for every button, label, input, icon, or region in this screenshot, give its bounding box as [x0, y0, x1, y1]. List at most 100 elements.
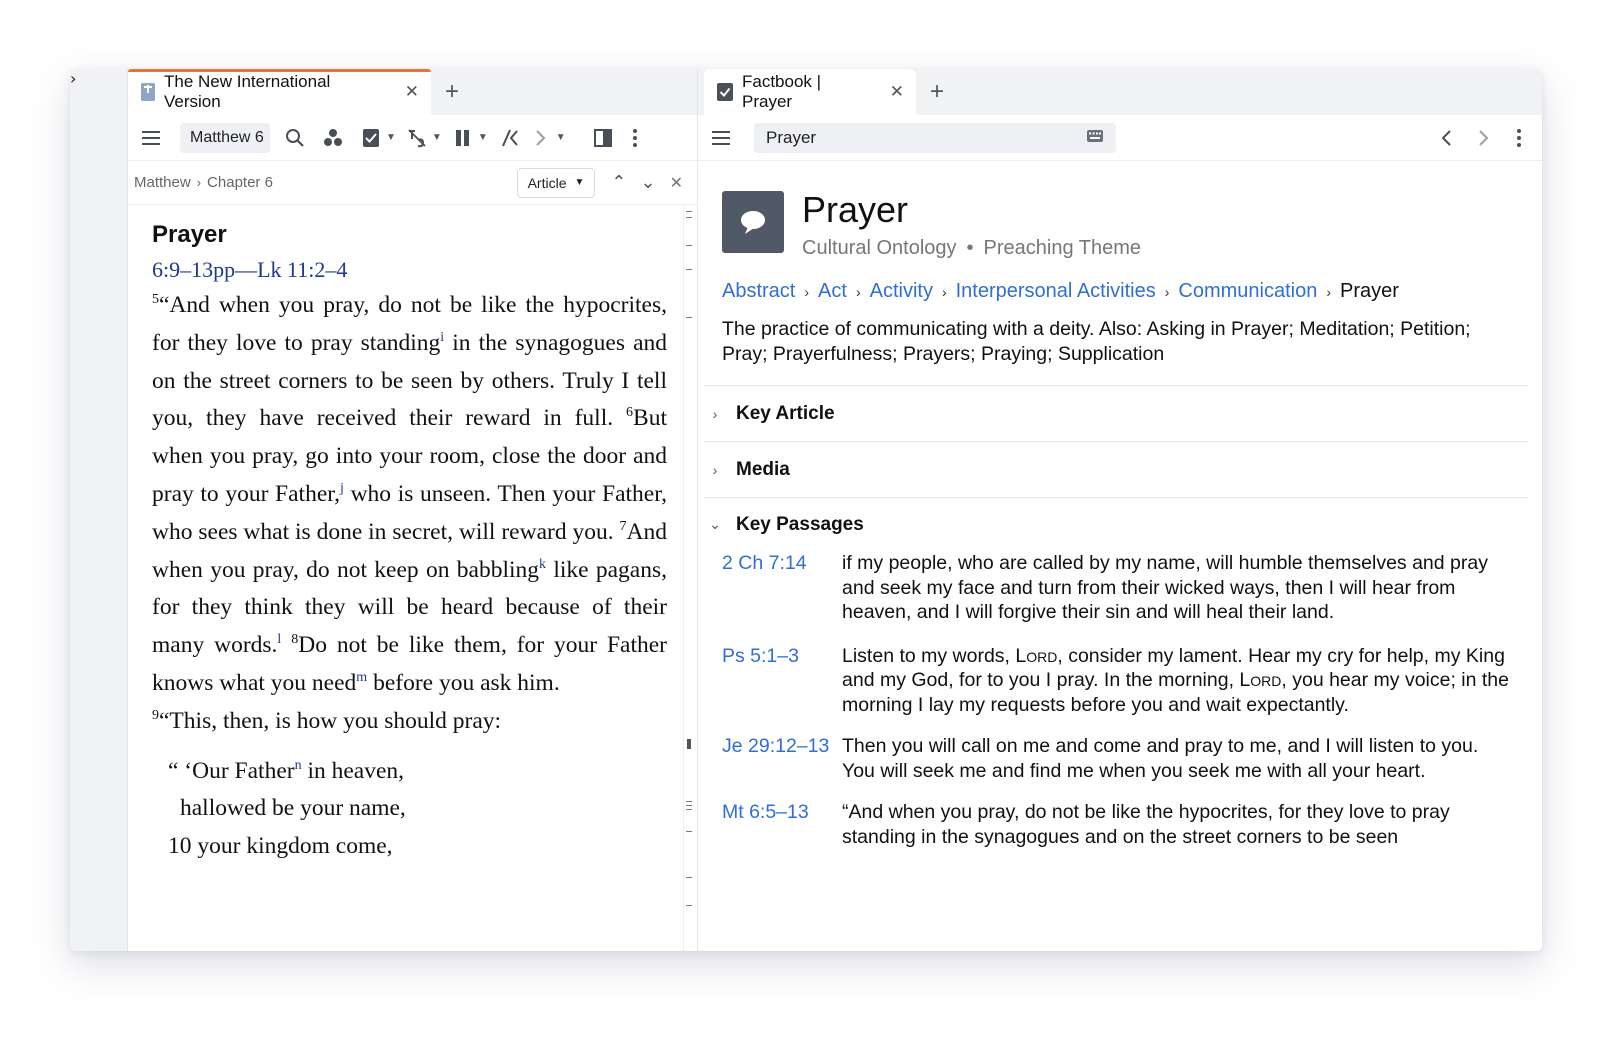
section-key-passages[interactable]: ⌄ Key Passages — [704, 497, 1528, 551]
menu-hamburger-icon[interactable] — [708, 125, 734, 151]
poem-line: 10 your kingdom come, — [168, 833, 393, 860]
section-label: Key Article — [736, 402, 835, 424]
breadcrumb-separator-icon: › — [855, 284, 861, 300]
article-label: Article — [527, 174, 567, 191]
notes-check-icon[interactable] — [358, 125, 384, 151]
section-heading: Prayer — [152, 221, 227, 248]
factbook-toolbar: Prayer — [698, 115, 1542, 161]
chevron-down-icon[interactable]: ⌄ — [641, 172, 656, 193]
crumb-activity[interactable]: Activity — [870, 280, 933, 302]
chevron-left-icon[interactable] — [1434, 125, 1460, 151]
plus-icon: + — [445, 78, 460, 105]
chevron-right-icon[interactable] — [1470, 125, 1496, 151]
crumb-communication[interactable]: Communication — [1178, 280, 1317, 302]
footnote-link[interactable]: k — [539, 557, 546, 572]
chevron-down-icon[interactable]: ▼ — [556, 132, 566, 143]
link-set-icon[interactable] — [496, 125, 522, 151]
split-panel-icon[interactable] — [590, 125, 616, 151]
verse-number: 9 — [152, 707, 159, 723]
chevron-right-icon[interactable] — [528, 125, 554, 151]
passage-reference-link[interactable]: Ps 5:1–3 — [722, 644, 842, 718]
key-passage: 2 Ch 7:14 if my people, who are called b… — [698, 551, 1542, 625]
chevron-down-icon[interactable]: ▼ — [478, 132, 488, 143]
add-tab-button[interactable]: + — [445, 69, 459, 115]
footnote-link[interactable]: m — [356, 670, 367, 685]
topic-title: Prayer — [802, 189, 909, 230]
factbook-content: Prayer Cultural Ontology • Preaching Theme… — [698, 161, 1542, 951]
topic-description: The practice of communicating with a dei… — [722, 318, 1471, 365]
subtitle-separator: • — [966, 237, 974, 259]
topic-type: Cultural Ontology — [802, 237, 957, 259]
chevron-up-icon[interactable]: ⌃ — [611, 172, 626, 193]
verse-text — [281, 632, 291, 658]
factbook-search-input[interactable]: Prayer — [754, 122, 1116, 153]
parallel-columns-icon[interactable] — [450, 125, 476, 151]
parallel-passage-link[interactable]: 6:9–13pp—Lk 11:2–4 — [152, 253, 667, 287]
key-passage: Mt 6:5–13 “And when you pray, do not be … — [698, 800, 1542, 849]
bible-book-icon — [140, 82, 156, 102]
chevron-right-icon: › — [712, 461, 718, 478]
chevron-down-icon: ▼ — [574, 177, 585, 188]
factbook-tabbar: Factbook | Prayer ✕ + — [698, 69, 1542, 115]
passage-text: Listen to my words, Lord, consider my la… — [842, 644, 1512, 718]
crumb-act[interactable]: Act — [818, 280, 847, 302]
more-vertical-icon[interactable] — [622, 125, 648, 151]
bible-text: Prayer 6:9–13pp—Lk 11:2–4 5“And when you… — [128, 205, 697, 951]
app-window: 2 › The New International Version ✕ + — [70, 69, 1542, 951]
breadcrumb-book[interactable]: Matthew — [134, 174, 191, 191]
breadcrumb-chapter[interactable]: Chapter 6 — [207, 174, 273, 191]
section-media[interactable]: › Media — [704, 441, 1528, 497]
verse-paragraph: 5“And when you pray, do not be like the … — [152, 287, 667, 703]
tab-factbook-prayer[interactable]: Factbook | Prayer ✕ — [704, 69, 916, 115]
chevron-right-icon: › — [712, 405, 718, 422]
chevron-down-icon[interactable]: ▼ — [432, 132, 442, 143]
breadcrumb-separator-icon: › — [1326, 284, 1332, 300]
verse-text: before you ask him. — [367, 669, 560, 696]
prayer-poem: “ ‘Our Fathern in heaven, hallowed be yo… — [152, 753, 667, 866]
section-label: Media — [736, 458, 790, 480]
search-icon[interactable] — [282, 125, 308, 151]
article-dropdown[interactable]: Article ▼ — [516, 167, 596, 198]
topic-header: Prayer Cultural Ontology • Preaching Theme — [698, 161, 1542, 260]
more-vertical-icon[interactable] — [1506, 125, 1532, 151]
search-value: Prayer — [766, 127, 817, 147]
crumb-interpersonal-activities[interactable]: Interpersonal Activities — [956, 280, 1156, 302]
passage-text: if my people, who are called by my name,… — [842, 552, 1488, 623]
menu-hamburger-icon[interactable] — [138, 125, 164, 151]
rail-collapse-button[interactable]: › — [70, 69, 128, 951]
chevron-down-icon[interactable]: ▼ — [386, 132, 396, 143]
add-tab-button[interactable]: + — [930, 69, 944, 115]
ontology-breadcrumb: Abstract › Act › Activity › Interpersonal Acti… — [698, 260, 1542, 303]
passage-text: Then you will call on me and come and pr… — [842, 735, 1479, 782]
close-tab-icon[interactable]: ✕ — [890, 82, 904, 102]
topic-subtitle: Cultural Ontology • Preaching Theme — [802, 237, 1141, 260]
tab-label: Factbook | Prayer — [742, 72, 822, 111]
crumb-abstract[interactable]: Abstract — [722, 280, 795, 302]
close-tab-icon[interactable]: ✕ — [405, 82, 419, 102]
passage-reference-link[interactable]: Je 29:12–13 — [722, 734, 842, 783]
verse-text: “ ‘Our Father — [168, 757, 295, 784]
chevron-down-icon: ⌄ — [709, 516, 721, 532]
verse-number: 6 — [626, 405, 634, 421]
factbook-panel: Factbook | Prayer ✕ + Prayer Prayer Cult… — [698, 69, 1542, 951]
breadcrumb-separator-icon: › — [196, 175, 202, 190]
plus-icon: + — [930, 78, 945, 105]
passage-reference-link[interactable]: 2 Ch 7:14 — [722, 551, 842, 625]
speech-bubble-icon — [722, 191, 784, 253]
chevron-right-icon: › — [70, 69, 77, 88]
divine-name: Lord — [1015, 644, 1058, 667]
visual-filter-icon[interactable] — [320, 125, 346, 151]
section-key-article[interactable]: › Key Article — [704, 385, 1528, 441]
passage-text-part: Listen to my words, — [842, 644, 1016, 667]
scrollbar-track[interactable] — [683, 205, 693, 951]
close-icon[interactable]: ✕ — [670, 173, 683, 193]
tab-label: The New International Version — [164, 72, 331, 111]
passage-reference-link[interactable]: Mt 6:5–13 — [722, 800, 842, 849]
footnote-link[interactable]: n — [295, 758, 302, 773]
keyboard-icon[interactable] — [1086, 128, 1104, 148]
verse-paragraph: 9“This, then, is how you should pray: — [152, 703, 667, 741]
interlinear-icon[interactable] — [404, 125, 430, 151]
reference-input[interactable]: Matthew 6 — [180, 122, 270, 153]
bible-toolbar: Matthew 6 ▼ ▼ ▼ ▼ — [128, 115, 697, 161]
tab-niv[interactable]: The New International Version ✕ — [128, 69, 431, 115]
